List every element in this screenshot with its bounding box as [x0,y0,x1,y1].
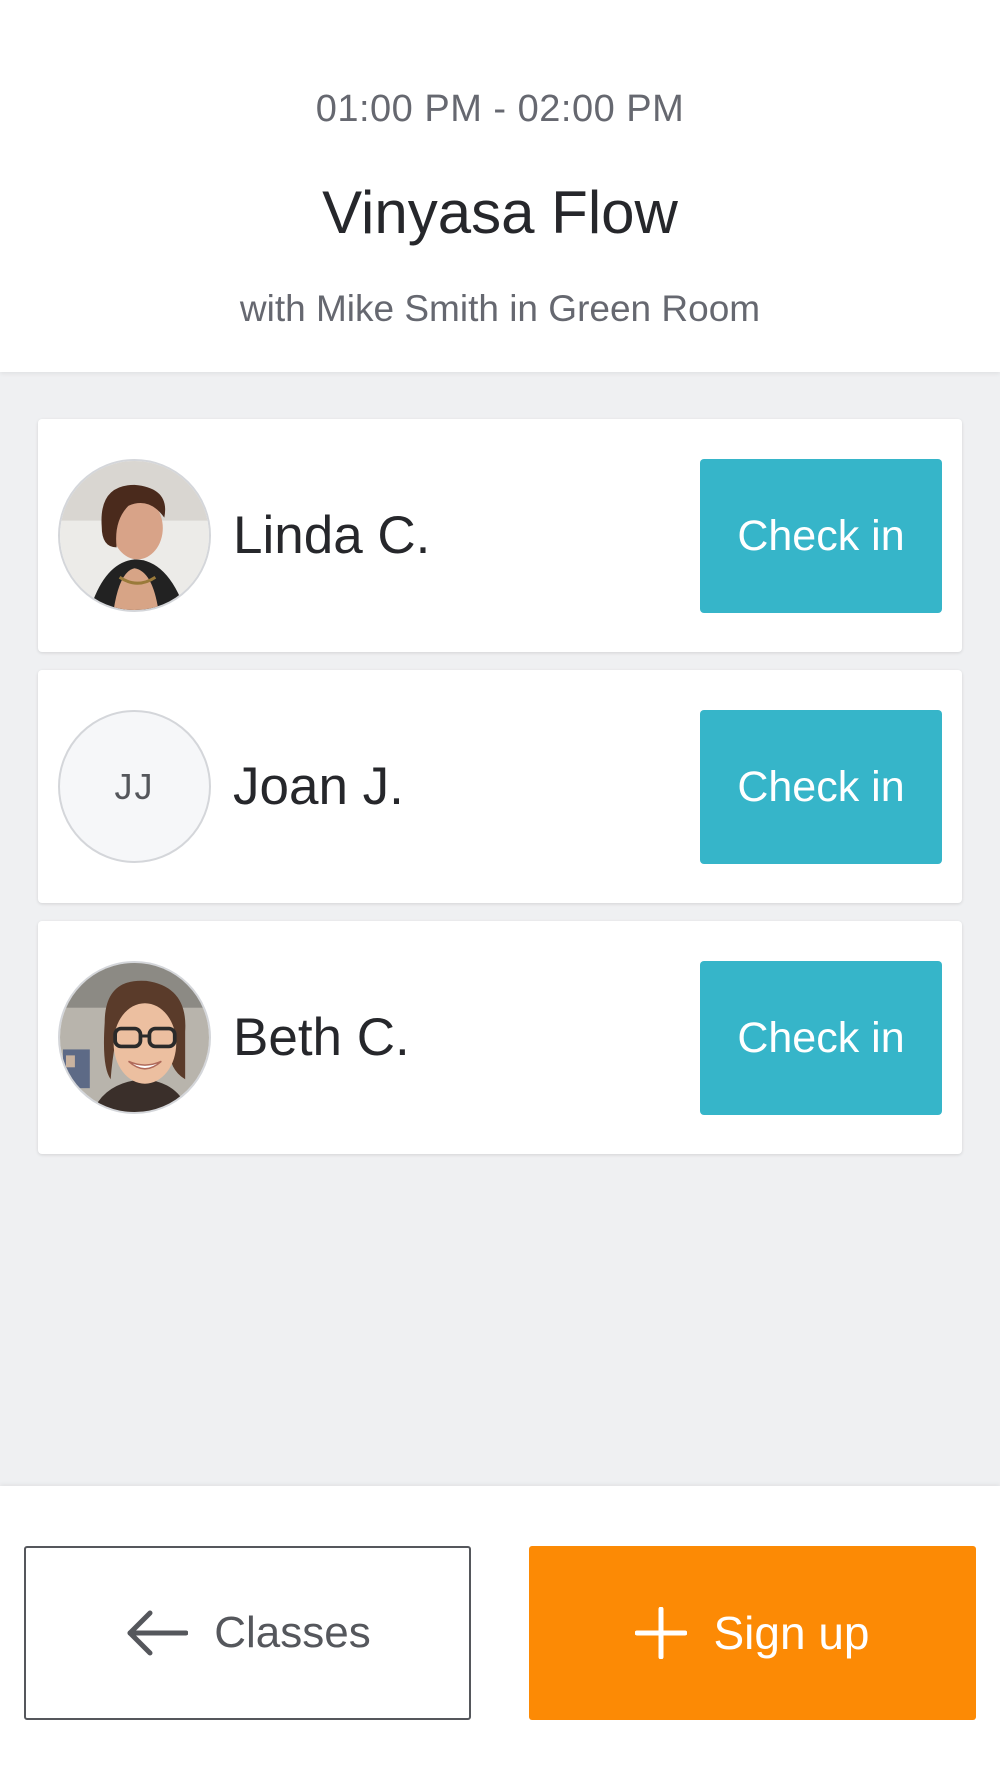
attendee-card: JJ Joan J. Check in [38,670,962,903]
check-in-button[interactable]: Check in [700,710,942,864]
avatar-photo [58,961,211,1114]
check-in-button[interactable]: Check in [700,459,942,613]
attendee-card: Beth C. Check in [38,921,962,1154]
attendee-name: Linda C. [233,506,431,565]
avatar-initials: JJ [58,710,211,863]
plus-icon [635,1607,688,1659]
back-to-classes-button[interactable]: Classes [24,1546,471,1720]
arrow-left-icon [124,1609,189,1657]
sign-up-button[interactable]: Sign up [529,1546,976,1720]
avatar-initials-text: JJ [114,765,155,807]
back-to-classes-label: Classes [214,1608,371,1657]
footer-bar: Classes Sign up [0,1486,1000,1778]
class-time: 01:00 PM - 02:00 PM [315,88,685,130]
class-header: 01:00 PM - 02:00 PM Vinyasa Flow with Mi… [0,0,1000,372]
attendee-list: Linda C. Check in JJ Joan J. Check in Be… [38,419,962,1172]
attendee-name: Joan J. [233,757,404,816]
attendee-name: Beth C. [233,1008,410,1067]
check-in-button[interactable]: Check in [700,961,942,1115]
attendee-card: Linda C. Check in [38,419,962,652]
avatar-photo [58,459,211,612]
class-title: Vinyasa Flow [322,179,678,246]
sign-up-label: Sign up [713,1607,870,1659]
class-subtitle: with Mike Smith in Green Room [239,288,761,329]
